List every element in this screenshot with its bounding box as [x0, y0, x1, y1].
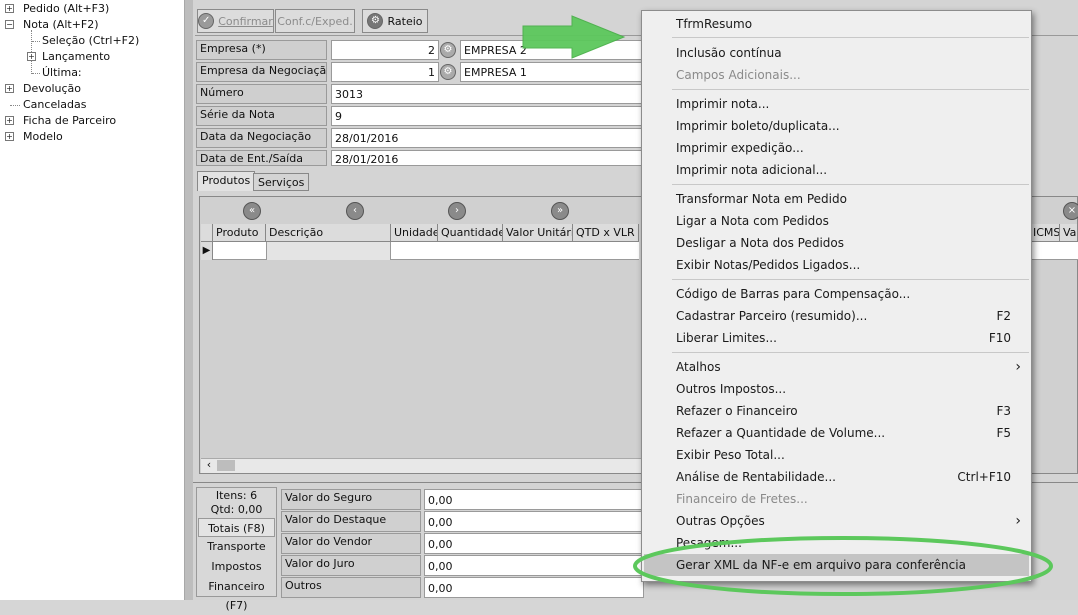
annotation-overlay [522, 15, 1053, 596]
green-ellipse-highlight [633, 536, 1053, 596]
green-arrow-icon [522, 15, 626, 59]
